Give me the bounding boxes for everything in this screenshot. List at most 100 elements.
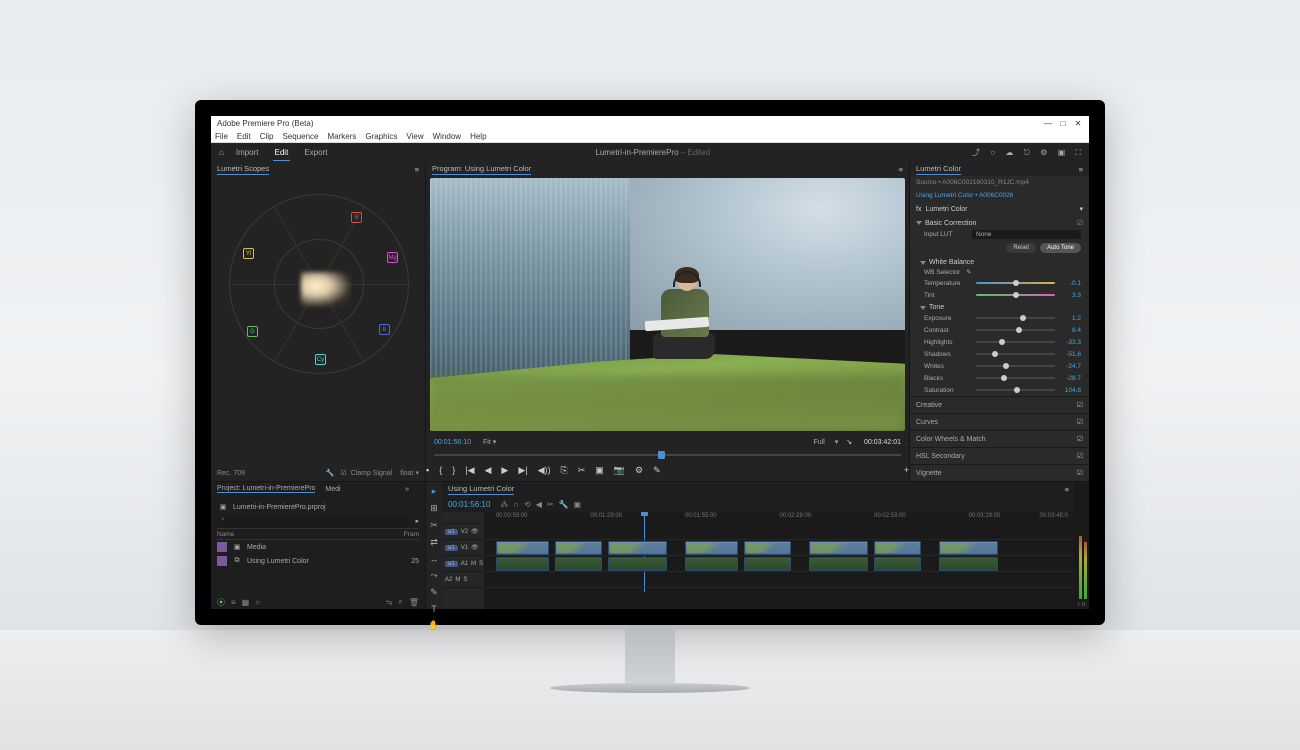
blacks-slider[interactable]: [976, 377, 1055, 379]
exposure-value[interactable]: 1.2: [1059, 315, 1081, 322]
project-tab[interactable]: Project: Lumetri-in-PremierePro: [217, 485, 315, 493]
audio-clip[interactable]: [555, 557, 602, 571]
audio-clip[interactable]: [809, 557, 868, 571]
wrench-icon[interactable]: 🔧: [326, 469, 335, 477]
hsl-secondary-section[interactable]: HSL Secondary☑: [910, 447, 1089, 464]
hand-tool[interactable]: ✎: [430, 587, 438, 598]
snap-icon[interactable]: ⁂: [500, 500, 508, 509]
temperature-value[interactable]: -0.1: [1059, 280, 1081, 287]
lift-button[interactable]: ⎘: [561, 465, 568, 476]
panel-menu-icon[interactable]: ≡: [899, 165, 903, 174]
menu-window[interactable]: Window: [433, 132, 461, 141]
precision-dropdown[interactable]: float: [400, 470, 413, 477]
step-back-button[interactable]: ◀: [485, 465, 492, 476]
freeform-view-icon[interactable]: ○: [255, 598, 260, 607]
delete-icon[interactable]: 🗑: [409, 598, 419, 607]
tab-edit[interactable]: Edit: [273, 145, 291, 161]
tab-import[interactable]: Import: [234, 145, 261, 160]
track-v2[interactable]: [484, 524, 1075, 540]
video-clip[interactable]: [939, 541, 998, 555]
video-clip[interactable]: [608, 541, 667, 555]
lumetri-source[interactable]: Source • A006C002160310_R1JC.mp4: [916, 179, 1029, 186]
tint-value[interactable]: 3.3: [1059, 292, 1081, 299]
close-button[interactable]: ✕: [1073, 119, 1083, 129]
video-clip[interactable]: [744, 541, 791, 555]
menu-view[interactable]: View: [406, 132, 423, 141]
menu-file[interactable]: File: [215, 132, 228, 141]
panel-menu-icon[interactable]: ≡: [1079, 165, 1083, 174]
highlights-slider[interactable]: [976, 341, 1055, 343]
video-clip[interactable]: [496, 541, 549, 555]
tab-export[interactable]: Export: [302, 145, 329, 160]
track-a1[interactable]: [484, 556, 1075, 572]
project-search-input[interactable]: ⌕: [217, 516, 409, 527]
comparison-button[interactable]: ✎: [653, 465, 661, 476]
selection-tool[interactable]: ▸: [432, 486, 437, 497]
caption-icon[interactable]: ▣: [574, 500, 582, 509]
curves-section[interactable]: Curves☑: [910, 413, 1089, 430]
program-monitor[interactable]: [430, 178, 905, 431]
play-button[interactable]: ▶: [501, 465, 508, 476]
media-tab[interactable]: Medi: [325, 486, 340, 493]
creative-section[interactable]: Creative☑: [910, 396, 1089, 413]
menu-help[interactable]: Help: [470, 132, 486, 141]
white-balance-section[interactable]: White Balance: [929, 259, 974, 266]
audio-clip[interactable]: [744, 557, 791, 571]
tint-slider[interactable]: [976, 294, 1055, 296]
whites-slider[interactable]: [976, 365, 1055, 367]
zoom-fit-dropdown[interactable]: Fit: [483, 439, 491, 446]
video-clip[interactable]: [555, 541, 602, 555]
find-icon[interactable]: ⌕: [398, 597, 402, 607]
col-name[interactable]: Name: [217, 531, 404, 538]
video-clip[interactable]: [809, 541, 868, 555]
project-item-folder[interactable]: ▣ Media: [217, 540, 419, 554]
new-bin-icon[interactable]: ⦿: [217, 597, 225, 608]
new-item-icon[interactable]: ⥃: [386, 597, 392, 607]
color-wheels-section[interactable]: Color Wheels & Match☑: [910, 430, 1089, 447]
linked-selection-icon[interactable]: ∩: [513, 500, 519, 509]
track-select-tool[interactable]: ⊞: [430, 503, 438, 514]
shadows-value[interactable]: -51.6: [1059, 351, 1081, 358]
fullscreen-icon[interactable]: ⛶: [1075, 148, 1081, 157]
contrast-slider[interactable]: [976, 329, 1055, 331]
panel-menu-icon[interactable]: ≡: [1065, 485, 1069, 494]
menu-edit[interactable]: Edit: [237, 132, 251, 141]
clamp-signal-checkbox[interactable]: Clamp Signal: [351, 470, 393, 477]
minimize-button[interactable]: —: [1043, 119, 1053, 129]
auto-tone-button[interactable]: Auto Tone: [1040, 243, 1081, 253]
basic-correction-toggle[interactable]: ☑: [1077, 219, 1083, 227]
filter-icon[interactable]: ▸: [415, 517, 419, 525]
audio-clip[interactable]: [608, 557, 667, 571]
icon-view-icon[interactable]: ▦: [242, 598, 250, 607]
project-item-sequence[interactable]: ⧉ Using Lumetri Color 25: [217, 554, 419, 568]
marker-icon[interactable]: ⟲: [524, 500, 531, 509]
track-a2-label[interactable]: A2: [445, 577, 452, 583]
ripple-tool[interactable]: ✂: [430, 520, 438, 531]
maximize-button[interactable]: □: [1058, 119, 1068, 129]
mark-in-button[interactable]: ▪: [426, 465, 429, 475]
program-timecode[interactable]: 00:01:56:10: [434, 439, 471, 446]
export-frame-button[interactable]: ▣: [595, 465, 604, 476]
lumetri-master[interactable]: Using Lumetri Color • A006C0026: [916, 192, 1013, 199]
video-clip[interactable]: [685, 541, 738, 555]
zoom-full-dropdown[interactable]: Full: [813, 439, 824, 446]
audio-clip[interactable]: [939, 557, 998, 571]
home-icon[interactable]: ⌂: [219, 148, 224, 157]
contrast-value[interactable]: 8.4: [1059, 327, 1081, 334]
insert-icon[interactable]: ◀: [536, 500, 542, 509]
overwrite-icon[interactable]: ✂: [547, 500, 554, 509]
panel-icon[interactable]: ▣: [1058, 148, 1066, 157]
goto-in-button[interactable]: |◀: [465, 465, 474, 476]
cloud-icon[interactable]: ☁: [1005, 148, 1013, 157]
audio-clip[interactable]: [685, 557, 738, 571]
tone-section[interactable]: Tone: [929, 304, 944, 311]
highlights-value[interactable]: -33.3: [1059, 339, 1081, 346]
menu-markers[interactable]: Markers: [328, 132, 357, 141]
track-a1-label[interactable]: A1: [461, 561, 468, 567]
mark-in-icon[interactable]: {: [439, 465, 442, 475]
playhead-icon[interactable]: [658, 451, 665, 459]
audio-clip[interactable]: [874, 557, 921, 571]
reset-button[interactable]: Reset: [1006, 243, 1036, 253]
menu-clip[interactable]: Clip: [260, 132, 274, 141]
step-fwd-button[interactable]: ▶|: [518, 465, 527, 476]
